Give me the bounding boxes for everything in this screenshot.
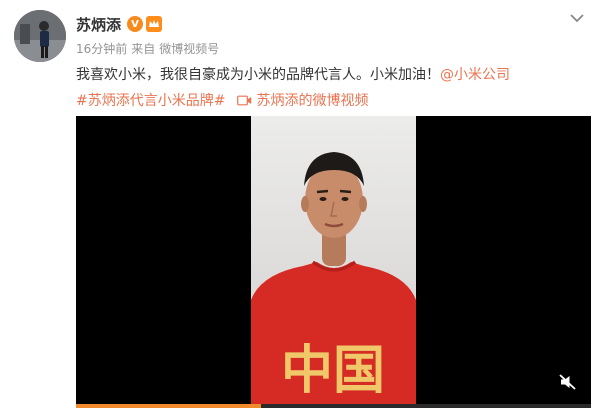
post-time[interactable]: 16分钟前 bbox=[76, 40, 127, 57]
member-badge-icon bbox=[146, 16, 163, 32]
post-source[interactable]: 微博视频号 bbox=[159, 40, 219, 57]
video-source-link[interactable]: 苏炳添的微博视频 bbox=[237, 90, 368, 110]
post-meta: 16分钟前 来自 微博视频号 bbox=[76, 40, 219, 57]
video-frame: 中国 bbox=[251, 116, 416, 408]
mute-icon[interactable] bbox=[559, 374, 577, 390]
video-player[interactable]: 中国 bbox=[76, 116, 591, 408]
verified-badge-icon: V bbox=[127, 16, 144, 32]
video-progress-fill bbox=[76, 404, 262, 408]
author-row: 苏炳添 V bbox=[76, 14, 163, 35]
hashtag-link[interactable]: #苏炳添代言小米品牌# bbox=[76, 90, 225, 110]
avatar-image bbox=[14, 10, 66, 62]
avatar[interactable] bbox=[14, 10, 66, 62]
source-prefix: 来自 bbox=[131, 42, 156, 56]
post-body: 我喜欢小米，我很自豪成为小米的品牌代言人。小米加油！ bbox=[76, 67, 440, 83]
mention-link[interactable]: @小米公司 bbox=[440, 67, 510, 83]
video-camera-icon bbox=[237, 95, 252, 105]
video-progress-track[interactable] bbox=[76, 404, 591, 408]
author-name[interactable]: 苏炳添 bbox=[76, 14, 121, 35]
video-link-label: 苏炳添的微博视频 bbox=[256, 93, 369, 109]
shirt-text: 中国 bbox=[281, 340, 385, 401]
tag-row: #苏炳添代言小米品牌# 苏炳添的微博视频 bbox=[76, 90, 368, 110]
post-text: 我喜欢小米，我很自豪成为小米的品牌代言人。小米加油！@小米公司 bbox=[76, 64, 510, 84]
chevron-down-icon[interactable] bbox=[568, 10, 586, 24]
